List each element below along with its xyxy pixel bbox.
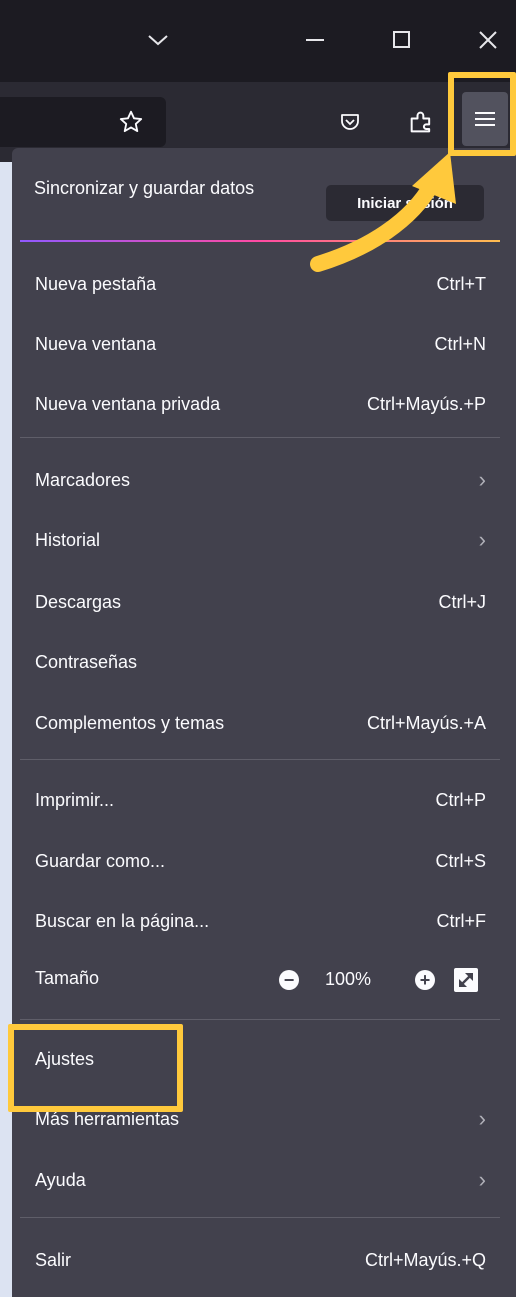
minimize-icon[interactable] <box>296 20 336 60</box>
chevron-right-icon: › <box>478 1167 486 1192</box>
app-menu-panel: Sincronizar y guardar datos Iniciar sesi… <box>12 148 516 1297</box>
menu-item-label: Historial <box>35 529 101 550</box>
menu-item-shortcut: Ctrl+J <box>438 591 486 612</box>
title-bar <box>0 0 516 82</box>
url-bar[interactable] <box>0 97 166 147</box>
menu-separator <box>20 759 500 760</box>
menu-item-new-window[interactable]: Nueva ventana Ctrl+N <box>12 314 516 374</box>
menu-separator <box>20 437 500 438</box>
menu-item-label: Salir <box>35 1249 72 1270</box>
menu-item-shortcut: Ctrl+S <box>435 850 486 871</box>
menu-item-save-as[interactable]: Guardar como... Ctrl+S <box>12 831 516 891</box>
menu-item-shortcut: Ctrl+P <box>435 789 486 810</box>
menu-separator <box>20 1019 500 1020</box>
extensions-icon[interactable] <box>404 105 438 139</box>
menu-item-find-in-page[interactable]: Buscar en la página... Ctrl+F <box>12 891 516 951</box>
fullscreen-icon[interactable] <box>454 968 478 992</box>
menu-item-passwords[interactable]: Contraseñas <box>12 632 516 692</box>
menu-item-downloads[interactable]: Descargas Ctrl+J <box>12 572 516 632</box>
menu-item-shortcut: Ctrl+Mayús.+P <box>366 393 486 414</box>
close-icon[interactable] <box>468 20 508 60</box>
menu-separator <box>20 1217 500 1218</box>
menu-item-quit[interactable]: Salir Ctrl+Mayús.+Q <box>12 1230 516 1290</box>
maximize-icon[interactable] <box>382 20 422 60</box>
menu-item-label: Imprimir... <box>35 789 114 810</box>
menu-item-label: Complementos y temas <box>35 712 225 733</box>
zoom-in-button[interactable]: + <box>415 970 435 990</box>
star-icon[interactable] <box>116 107 146 137</box>
sync-label: Sincronizar y guardar datos <box>34 178 255 198</box>
menu-item-history[interactable]: Historial › <box>12 510 516 570</box>
zoom-reset-button[interactable]: 100% <box>325 969 371 990</box>
chevron-right-icon: › <box>478 1106 486 1131</box>
menu-item-label: Marcadores <box>35 469 131 490</box>
menu-item-label: Contraseñas <box>35 651 138 672</box>
menu-item-label: Ayuda <box>35 1169 86 1190</box>
menu-item-label: Buscar en la página... <box>35 910 210 931</box>
zoom-out-button[interactable]: − <box>279 970 299 990</box>
menu-item-help[interactable]: Ayuda › <box>12 1150 516 1210</box>
chevron-down-icon[interactable] <box>138 20 178 60</box>
menu-item-label: Nueva ventana privada <box>35 393 221 414</box>
highlight-box-settings <box>8 1024 183 1112</box>
menu-item-bookmarks[interactable]: Marcadores › <box>12 450 516 510</box>
pocket-icon[interactable] <box>335 107 365 137</box>
highlight-box-menu-button <box>448 72 516 156</box>
pointer-arrow-icon <box>310 152 456 272</box>
menu-item-label: Nueva ventana <box>35 333 157 354</box>
menu-item-new-private-window[interactable]: Nueva ventana privada Ctrl+Mayús.+P <box>12 374 516 434</box>
zoom-label: Tamaño <box>35 968 100 988</box>
menu-item-shortcut: Ctrl+F <box>436 910 487 931</box>
menu-item-shortcut: Ctrl+Mayús.+Q <box>364 1249 486 1270</box>
zoom-controls: Tamaño − 100% + <box>12 950 516 1010</box>
menu-item-label: Descargas <box>35 591 122 612</box>
chevron-right-icon: › <box>478 467 486 492</box>
menu-item-shortcut: Ctrl+Mayús.+A <box>366 712 486 733</box>
menu-item-label: Guardar como... <box>35 850 166 871</box>
menu-item-shortcut: Ctrl+N <box>434 333 486 354</box>
chevron-right-icon: › <box>478 527 486 552</box>
menu-item-print[interactable]: Imprimir... Ctrl+P <box>12 770 516 830</box>
menu-item-addons-themes[interactable]: Complementos y temas Ctrl+Mayús.+A <box>12 693 516 753</box>
